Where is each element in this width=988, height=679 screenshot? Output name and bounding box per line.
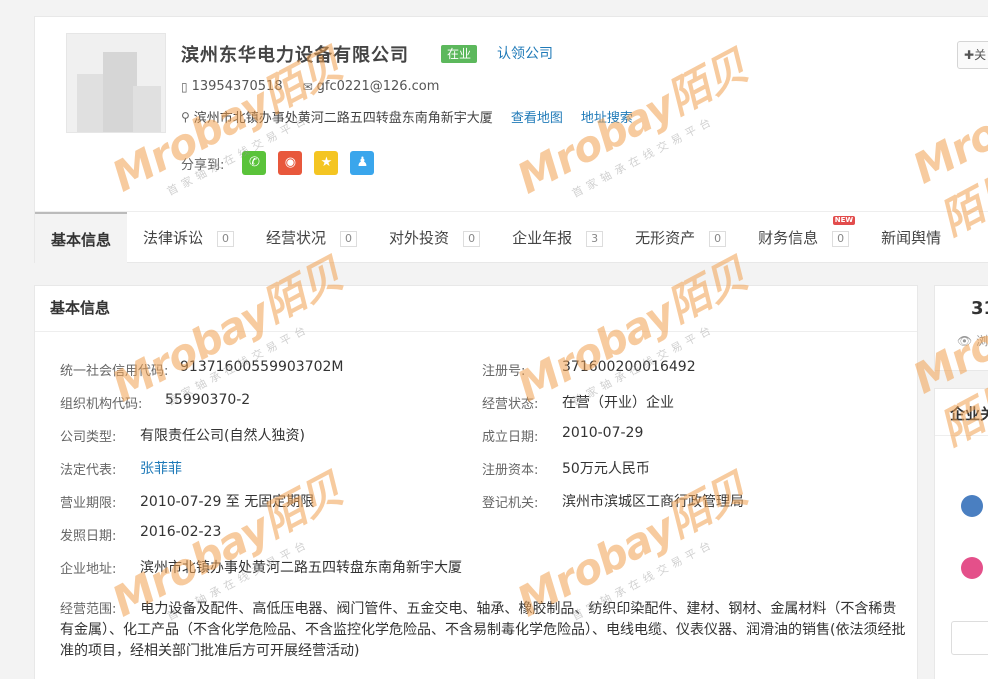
tab-annual-reports[interactable]: 企业年报 3 bbox=[496, 212, 619, 264]
new-badge: NEW bbox=[832, 216, 856, 225]
view-map-link[interactable]: 查看地图 bbox=[511, 107, 563, 126]
qq-share-icon[interactable]: ♟ bbox=[350, 151, 375, 175]
tab-operations[interactable]: 经营状况 0 bbox=[250, 212, 373, 264]
follow-button[interactable]: ✚关 bbox=[957, 41, 988, 69]
reg-capital-value: 50万元人民币 bbox=[562, 461, 650, 477]
business-scope: 经营范围: 电力设备及配件、高低压电器、阀门管件、五金交电、轴承、橡胶制品、纺织印… bbox=[60, 599, 910, 662]
company-name: 滨州东华电力设备有限公司 bbox=[181, 45, 409, 66]
legal-rep-link[interactable]: 张菲菲 bbox=[140, 458, 182, 478]
legal-rep-label: 法定代表: bbox=[60, 463, 117, 478]
credit-code-value: 91371600559903702M bbox=[180, 359, 344, 375]
address-search-link[interactable]: 地址搜索 bbox=[581, 107, 633, 126]
op-status-label: 经营状态: bbox=[482, 397, 539, 412]
term-value: 2010-07-29 至 无固定期限 bbox=[140, 494, 315, 510]
avatar[interactable] bbox=[961, 557, 983, 579]
phone-number: 13954370518 bbox=[191, 79, 283, 94]
org-code-value: 55990370-2 bbox=[165, 392, 251, 408]
tab-count: 0 bbox=[217, 230, 235, 247]
stats-card: 31 👁 浏 bbox=[934, 285, 988, 371]
address-row: ⚲ 滨州市北镇办事处黄河二路五四转盘东南角新宇大厦 查看地图 地址搜索 bbox=[181, 107, 633, 127]
side-input-box[interactable] bbox=[951, 621, 988, 655]
email-address: gfc0221@126.com bbox=[316, 79, 440, 94]
tab-count: 0 bbox=[463, 230, 481, 247]
reg-authority-value: 滨州市滨城区工商行政管理局 bbox=[562, 494, 744, 510]
address-value: 滨州市北镇办事处黄河二路五四转盘东南角新宇大厦 bbox=[140, 560, 462, 576]
tab-investments[interactable]: 对外投资 0 bbox=[373, 212, 496, 264]
term-label: 营业期限: bbox=[60, 496, 117, 511]
tab-count: 0 bbox=[709, 230, 727, 247]
section-title: 基本信息 bbox=[35, 286, 917, 332]
tab-basic-info[interactable]: 基本信息 bbox=[35, 212, 128, 264]
location-pin-icon: ⚲ bbox=[181, 109, 190, 124]
established-label: 成立日期: bbox=[482, 430, 539, 445]
op-status-value: 在营（开业）企业 bbox=[562, 395, 674, 411]
tab-legal[interactable]: 法律诉讼 0 bbox=[127, 212, 250, 264]
contact-row: ▯ 13954370518 ✉ gfc0221@126.com bbox=[181, 79, 439, 94]
claim-company-link[interactable]: 认领公司 bbox=[497, 43, 553, 63]
tab-financial-info[interactable]: 财务信息 0 NEW bbox=[742, 212, 865, 264]
eye-icon: 👁 浏 bbox=[957, 334, 988, 348]
mail-icon: ✉ bbox=[302, 79, 313, 94]
share-row: 分享到: ✆ ◉ ★ ♟ bbox=[181, 151, 375, 175]
weibo-share-icon[interactable]: ◉ bbox=[278, 151, 303, 175]
wechat-share-icon[interactable]: ✆ bbox=[242, 151, 267, 175]
basic-info-card: 基本信息 统一社会信用代码: 91371600559903702M 注册号: 3… bbox=[34, 285, 918, 679]
reg-capital-label: 注册资本: bbox=[482, 463, 539, 478]
tab-count: 3 bbox=[586, 230, 604, 247]
phone-icon: ▯ bbox=[181, 79, 188, 94]
detail-tabs: 基本信息 法律诉讼 0 经营状况 0 对外投资 0 企业年报 3 无形资产 0 财务信息 0… bbox=[35, 211, 988, 264]
tab-count: 0 bbox=[340, 230, 358, 247]
company-header-card: 滨州东华电力设备有限公司 在业 认领公司 ✚关 ▯ 13954370518 ✉ … bbox=[34, 16, 988, 264]
company-type-value: 有限责任公司(自然人独资) bbox=[140, 428, 305, 444]
reg-authority-label: 登记机关: bbox=[482, 496, 539, 511]
address-label: 企业地址: bbox=[60, 562, 117, 577]
related-companies-card: 企业关 bbox=[934, 388, 988, 679]
issue-date-label: 发照日期: bbox=[60, 529, 117, 544]
company-address: 滨州市北镇办事处黄河二路五四转盘东南角新宇大厦 bbox=[193, 111, 493, 126]
reg-no-label: 注册号: bbox=[482, 364, 526, 379]
stats-count: 31 bbox=[971, 298, 988, 319]
tab-news[interactable]: 新闻舆情 bbox=[865, 212, 957, 264]
tab-count: 0 bbox=[832, 230, 850, 247]
company-type-label: 公司类型: bbox=[60, 430, 117, 445]
related-title: 企业关 bbox=[950, 405, 988, 423]
plus-icon: ✚ bbox=[964, 48, 975, 62]
share-label: 分享到: bbox=[181, 157, 225, 173]
avatar[interactable] bbox=[961, 495, 983, 517]
scope-label: 经营范围: bbox=[60, 602, 117, 617]
company-logo-placeholder bbox=[66, 33, 166, 133]
credit-code-label: 统一社会信用代码: bbox=[60, 364, 169, 379]
established-value: 2010-07-29 bbox=[562, 425, 644, 441]
status-badge: 在业 bbox=[441, 45, 478, 63]
issue-date-value: 2016-02-23 bbox=[140, 524, 222, 540]
reg-no-value: 371600200016492 bbox=[562, 359, 696, 375]
org-code-label: 组织机构代码: bbox=[60, 397, 143, 412]
scope-value: 电力设备及配件、高低压电器、阀门管件、五金交电、轴承、橡胶制品、纺织印染配件、建… bbox=[60, 601, 906, 659]
tab-intangible-assets[interactable]: 无形资产 0 bbox=[619, 212, 742, 264]
qzone-share-icon[interactable]: ★ bbox=[314, 151, 339, 175]
